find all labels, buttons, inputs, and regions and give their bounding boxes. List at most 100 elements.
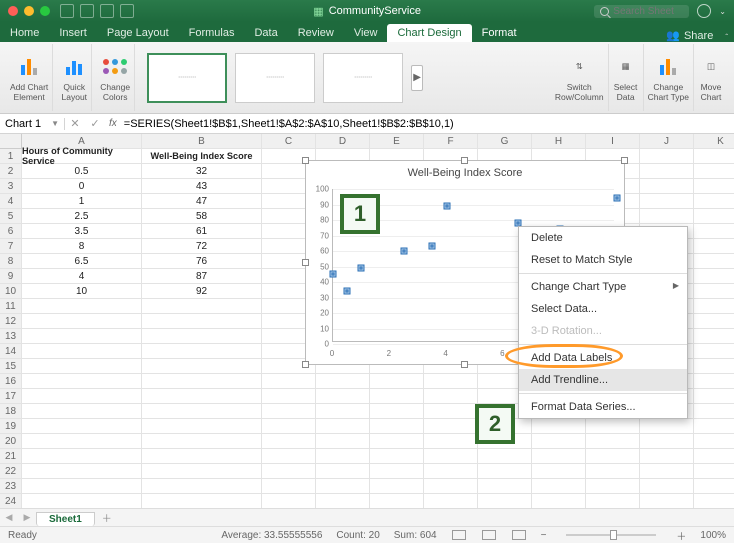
cell[interactable] (22, 359, 142, 374)
cell[interactable] (694, 494, 734, 509)
cell[interactable] (640, 164, 694, 179)
cell[interactable] (694, 314, 734, 329)
name-box[interactable]: Chart 1▼ (0, 118, 65, 130)
row-header[interactable]: 3 (0, 179, 22, 194)
row-header[interactable]: 10 (0, 284, 22, 299)
cell[interactable] (478, 464, 532, 479)
formula-input[interactable] (121, 118, 734, 130)
cell[interactable]: 4 (22, 269, 142, 284)
cell[interactable] (22, 344, 142, 359)
select-data-button[interactable]: ▦ Select Data (609, 44, 644, 111)
cell[interactable] (22, 434, 142, 449)
row-header[interactable]: 22 (0, 464, 22, 479)
cell[interactable] (694, 269, 734, 284)
zoom-level[interactable]: 100% (700, 530, 726, 541)
col-header[interactable]: F (424, 134, 478, 149)
col-header[interactable]: G (478, 134, 532, 149)
zoom-window-button[interactable] (40, 6, 50, 16)
share-button[interactable]: 👥 Share (660, 29, 719, 42)
cell[interactable] (640, 179, 694, 194)
cell[interactable] (586, 434, 640, 449)
redo-icon[interactable] (100, 4, 114, 18)
cell[interactable] (694, 419, 734, 434)
cell[interactable] (694, 449, 734, 464)
cell[interactable] (142, 389, 262, 404)
quick-layout-button[interactable]: Quick Layout (57, 44, 92, 111)
cell[interactable] (142, 374, 262, 389)
cell[interactable] (478, 479, 532, 494)
col-header[interactable]: J (640, 134, 694, 149)
cell[interactable]: 8 (22, 239, 142, 254)
ribbon-collapse-chevron-icon[interactable]: ˆ (719, 33, 734, 42)
undo-icon[interactable] (80, 4, 94, 18)
row-header[interactable]: 5 (0, 209, 22, 224)
print-icon[interactable] (120, 4, 134, 18)
cell[interactable] (370, 419, 424, 434)
cell[interactable] (694, 239, 734, 254)
cell[interactable]: 10 (22, 284, 142, 299)
sheet-tab-sheet1[interactable]: Sheet1 (36, 512, 95, 526)
sheet-nav-next-icon[interactable]: ▶ (18, 512, 36, 523)
zoom-in-button[interactable]: ＋ (676, 528, 686, 543)
cell[interactable] (316, 404, 370, 419)
cell[interactable]: 76 (142, 254, 262, 269)
cell[interactable] (262, 374, 316, 389)
chart-title[interactable]: Well-Being Index Score (306, 161, 624, 181)
cell[interactable] (22, 329, 142, 344)
resize-handle[interactable] (461, 157, 468, 164)
cell[interactable]: 0.5 (22, 164, 142, 179)
sheet-nav-prev-icon[interactable]: ◀ (0, 512, 18, 523)
menu-add-data-labels[interactable]: Add Data Labels (519, 347, 687, 369)
cell[interactable] (694, 434, 734, 449)
row-header[interactable]: 21 (0, 449, 22, 464)
chart-style-3[interactable]: ⋯⋯⋯ (323, 53, 403, 103)
cell[interactable]: 1 (22, 194, 142, 209)
cell[interactable] (316, 464, 370, 479)
cell[interactable] (532, 464, 586, 479)
cell[interactable] (262, 494, 316, 509)
tab-page-layout[interactable]: Page Layout (97, 24, 179, 42)
menu-change-chart-type[interactable]: Change Chart Type (519, 276, 687, 298)
row-header[interactable]: 24 (0, 494, 22, 509)
cell[interactable]: 61 (142, 224, 262, 239)
resize-handle[interactable] (302, 157, 309, 164)
cell[interactable]: 92 (142, 284, 262, 299)
switch-row-column-button[interactable]: ⇅ Switch Row/Column (551, 44, 609, 111)
cell[interactable] (424, 419, 478, 434)
cell[interactable] (478, 494, 532, 509)
row-header[interactable]: 20 (0, 434, 22, 449)
cell[interactable] (532, 434, 586, 449)
cell[interactable] (316, 449, 370, 464)
cell[interactable] (262, 449, 316, 464)
cell[interactable] (370, 434, 424, 449)
cell[interactable] (142, 344, 262, 359)
cell[interactable]: 47 (142, 194, 262, 209)
row-header[interactable]: 16 (0, 374, 22, 389)
row-header[interactable]: 15 (0, 359, 22, 374)
cell[interactable] (22, 374, 142, 389)
cell[interactable] (532, 494, 586, 509)
cell[interactable]: Hours of Community Service (22, 149, 142, 164)
change-colors-button[interactable]: Change Colors (96, 44, 135, 111)
cell[interactable] (424, 479, 478, 494)
cell[interactable] (424, 494, 478, 509)
view-page-layout-icon[interactable] (482, 530, 496, 540)
cell[interactable]: 3.5 (22, 224, 142, 239)
cell[interactable] (694, 224, 734, 239)
cell[interactable]: 0 (22, 179, 142, 194)
cell[interactable] (262, 404, 316, 419)
cell[interactable] (424, 404, 478, 419)
minimize-window-button[interactable] (24, 6, 34, 16)
cell[interactable] (694, 149, 734, 164)
cell[interactable] (640, 209, 694, 224)
row-header[interactable]: 4 (0, 194, 22, 209)
cell[interactable] (262, 479, 316, 494)
cell[interactable] (142, 449, 262, 464)
cell[interactable] (586, 479, 640, 494)
cell[interactable] (694, 479, 734, 494)
resize-handle[interactable] (621, 157, 628, 164)
cell[interactable] (370, 494, 424, 509)
col-header[interactable]: K (694, 134, 734, 149)
chart-style-1[interactable]: ⋯⋯⋯ (147, 53, 227, 103)
col-header[interactable]: C (262, 134, 316, 149)
